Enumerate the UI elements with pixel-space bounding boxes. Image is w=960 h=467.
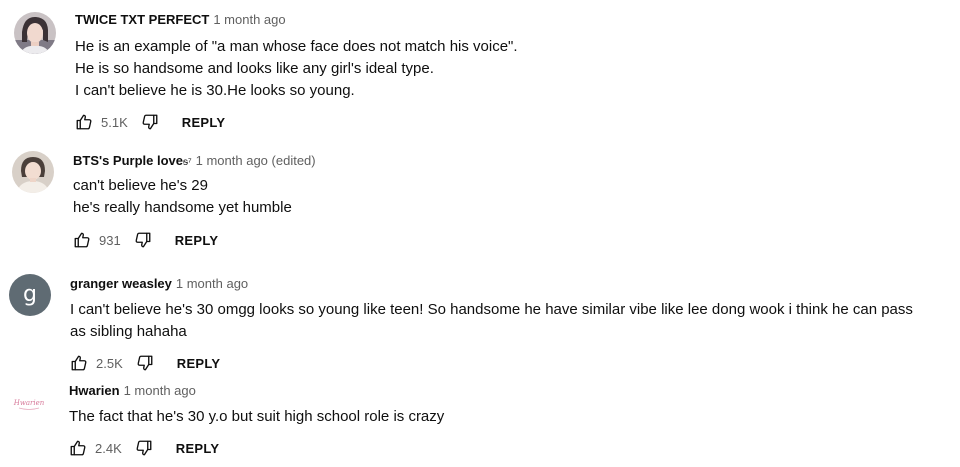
like-count: 2.4K <box>95 440 122 456</box>
comment-timestamp[interactable]: 1 month ago (edited) <box>196 153 316 168</box>
comment-text-line: I can't believe he is 30.He looks so you… <box>75 82 355 99</box>
reply-button[interactable]: REPLY <box>182 115 226 130</box>
avatar-logo-text: Hwarien <box>13 399 45 407</box>
comment-header: granger weasley 1 month ago <box>70 276 248 292</box>
reply-button[interactable]: REPLY <box>175 233 219 248</box>
like-count: 5.1K <box>101 114 128 130</box>
comment-author[interactable]: granger weasley <box>70 276 172 291</box>
reply-button[interactable]: REPLY <box>176 441 220 456</box>
comment-timestamp[interactable]: 1 month ago <box>176 276 248 291</box>
comment-text-line: I can't believe he's 30 omgg looks so yo… <box>70 301 913 318</box>
avatar-letter: g <box>23 282 37 307</box>
comment-actions: 931 REPLY <box>72 230 218 250</box>
author-badge-suffix: ᵴ⁷ <box>183 157 192 168</box>
comment-author[interactable]: BTS's Purple love <box>73 153 183 168</box>
like-count: 931 <box>99 232 121 248</box>
thumbs-down-icon[interactable] <box>134 438 154 458</box>
thumbs-up-icon[interactable] <box>74 112 94 132</box>
user-avatar[interactable] <box>12 151 54 193</box>
comment-text-line: can't believe he's 29 <box>73 177 208 194</box>
thumbs-down-icon[interactable] <box>135 353 155 373</box>
comment-text-line: He is an example of "a man whose face do… <box>75 38 518 55</box>
comment-timestamp[interactable]: 1 month ago <box>213 12 285 27</box>
thumbs-up-icon[interactable] <box>69 353 89 373</box>
comment-text: He is an example of "a man whose face do… <box>75 36 518 102</box>
reply-button[interactable]: REPLY <box>177 356 221 371</box>
comment-text-line: He is so handsome and looks like any gir… <box>75 60 434 77</box>
comment-text-line: The fact that he's 30 y.o but suit high … <box>69 408 445 425</box>
comment-actions: 5.1K REPLY <box>74 112 225 132</box>
thumbs-up-icon[interactable] <box>68 438 88 458</box>
comment-header: TWICE TXT PERFECT 1 month ago <box>75 12 286 28</box>
comment-actions: 2.5K REPLY <box>69 353 220 373</box>
comment-text: I can't believe he's 30 omgg looks so yo… <box>70 299 913 343</box>
comment-timestamp[interactable]: 1 month ago <box>124 383 196 398</box>
comment-actions: 2.4K REPLY <box>68 438 219 458</box>
comment-header: Hwarien 1 month ago <box>69 383 196 399</box>
comment-text: The fact that he's 30 y.o but suit high … <box>69 406 444 428</box>
comment-author[interactable]: Hwarien <box>69 383 120 398</box>
like-count: 2.5K <box>96 355 123 371</box>
thumbs-down-icon[interactable] <box>140 112 160 132</box>
thumbs-down-icon[interactable] <box>133 230 153 250</box>
comment-author[interactable]: TWICE TXT PERFECT <box>75 12 209 27</box>
user-avatar[interactable]: Hwarien <box>8 381 50 423</box>
comment-text-line: as sibling hahaha <box>70 323 187 340</box>
user-avatar[interactable] <box>14 12 56 54</box>
comment-header: BTS's Purple loveᵴ⁷ 1 month ago (edited) <box>73 153 316 171</box>
comment-text-line: he's really handsome yet humble <box>73 199 292 216</box>
comment-text: can't believe he's 29 he's really handso… <box>73 175 292 219</box>
user-avatar[interactable]: g <box>9 274 51 316</box>
thumbs-up-icon[interactable] <box>72 230 92 250</box>
